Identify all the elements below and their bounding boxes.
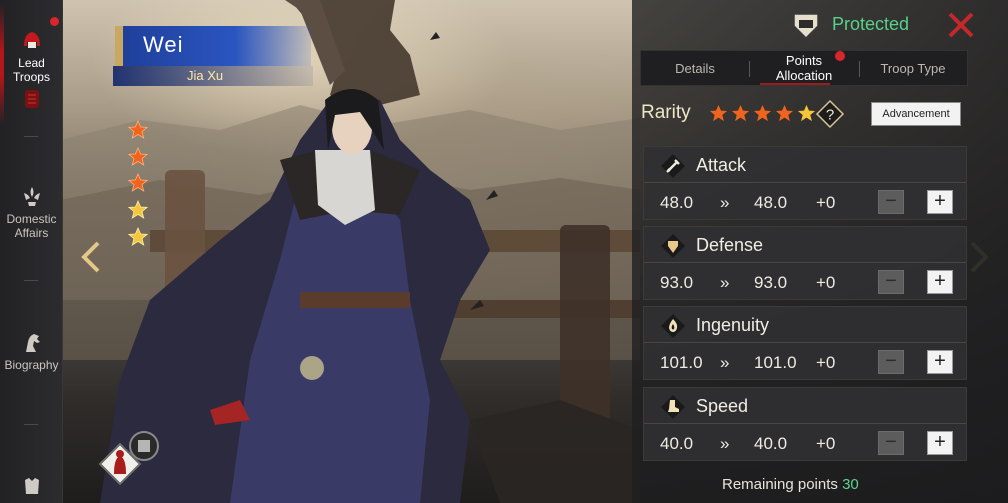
star-icon — [128, 227, 148, 246]
stat-speed: Speed 40.0 » 40.0 +0 − + — [643, 387, 967, 461]
stat-name: Speed — [696, 396, 749, 416]
hero-name: Jia Xu — [187, 68, 224, 83]
stat-current-value: 48.0 — [660, 193, 694, 212]
stat-header — [644, 227, 966, 263]
help-icon: ? — [815, 99, 845, 129]
stat-delta: +0 — [816, 434, 836, 453]
fleur-icon — [23, 187, 40, 206]
star-icon — [128, 200, 148, 219]
tab-label: Details — [675, 61, 715, 76]
flame-icon — [661, 314, 685, 338]
skill-badge[interactable] — [96, 430, 166, 500]
stat-delta: +0 — [816, 273, 836, 292]
faction-banner: Wei Jia Xu — [113, 26, 313, 88]
stat-new-value: 40.0 — [754, 434, 788, 453]
stat-current-value: 93.0 — [660, 273, 694, 292]
stat-header — [644, 388, 966, 424]
stat-new-value: 48.0 — [754, 193, 788, 212]
stat-current-value: 101.0 — [660, 353, 703, 372]
faction-name: Wei — [143, 32, 184, 57]
stat-new-value: 101.0 — [754, 353, 797, 372]
decrease-button[interactable]: − — [878, 270, 904, 294]
side-nav: Lead Troops Domestic Affairs Biography — [0, 0, 63, 503]
previous-arrow-icon[interactable] — [78, 240, 106, 274]
increase-button[interactable]: + — [927, 190, 953, 214]
tab-bar: Details Points Allocation Troop Type — [640, 50, 968, 86]
nav-divider — [24, 424, 38, 425]
advancement-button[interactable]: Advancement — [871, 102, 961, 126]
decrease-button[interactable]: − — [878, 190, 904, 214]
decrease-button[interactable]: − — [878, 350, 904, 374]
seal-icon — [24, 90, 39, 108]
close-icon[interactable] — [946, 10, 976, 40]
protected-status: Protected — [832, 14, 910, 34]
nav-label: Domestic — [6, 212, 57, 226]
stat-name: Attack — [696, 155, 747, 175]
remaining-label: Remaining points — [722, 476, 838, 493]
boot-icon — [661, 395, 685, 419]
star-icon — [128, 120, 148, 139]
stat-defense: Defense 93.0 » 93.0 +0 − + — [643, 226, 967, 300]
stat-current-value: 40.0 — [660, 434, 694, 453]
nav-armor[interactable] — [0, 474, 63, 502]
stat-name: Ingenuity — [696, 315, 770, 335]
tab-label: Allocation — [775, 68, 833, 83]
tab-label: Points — [785, 53, 823, 68]
nav-label: Affairs — [14, 226, 49, 240]
stat-delta: +0 — [816, 193, 836, 212]
decrease-button[interactable]: − — [878, 431, 904, 455]
notification-dot — [50, 17, 59, 26]
star-icon — [731, 104, 750, 122]
stat-ingenuity: Ingenuity 101.0 » 101.0 +0 − + — [643, 306, 967, 380]
tab-troop-type[interactable]: Troop Type — [859, 51, 967, 85]
shield-icon — [661, 234, 685, 258]
nav-biography[interactable]: Biography — [0, 330, 63, 372]
remaining-points: Remaining points 30 — [722, 476, 859, 493]
star-icon — [797, 104, 816, 122]
star-icon — [709, 104, 728, 122]
sword-icon — [661, 154, 685, 178]
horse-icon — [25, 334, 40, 352]
stat-arrow: » — [720, 273, 730, 292]
rarity-help-button[interactable]: ? — [815, 99, 845, 129]
active-tab-indicator — [760, 83, 830, 85]
nav-domestic-affairs[interactable]: Domestic Affairs — [0, 184, 63, 240]
notification-dot — [835, 51, 845, 61]
remaining-value: 30 — [842, 476, 859, 493]
stat-delta: +0 — [816, 353, 836, 372]
increase-button[interactable]: + — [927, 270, 953, 294]
stat-arrow: » — [720, 193, 730, 212]
svg-text:?: ? — [826, 107, 834, 124]
stat-attack: Attack 48.0 » 48.0 +0 − + — [643, 146, 967, 220]
stat-header — [644, 307, 966, 343]
armor-icon — [24, 478, 39, 494]
increase-button[interactable]: + — [927, 350, 953, 374]
protected-shield-icon — [793, 13, 819, 40]
increase-button[interactable]: + — [927, 431, 953, 455]
nav-label: Biography — [4, 358, 59, 372]
nav-divider — [24, 136, 38, 137]
star-icon — [753, 104, 772, 122]
stat-header — [644, 147, 966, 183]
star-icon — [128, 173, 148, 192]
flag-pole — [115, 26, 123, 70]
tab-label: Troop Type — [880, 61, 946, 76]
nav-divider — [24, 280, 38, 281]
tab-details[interactable]: Details — [641, 51, 749, 85]
nav-label: Lead — [18, 56, 45, 70]
stat-arrow: » — [720, 434, 730, 453]
rarity-label: Rarity — [641, 102, 691, 123]
nav-lead-troops[interactable]: Lead Troops — [0, 4, 63, 124]
helmet-icon — [23, 32, 40, 48]
stat-arrow: » — [720, 353, 730, 372]
star-icon — [775, 104, 794, 122]
stat-new-value: 93.0 — [754, 273, 788, 292]
stat-name: Defense — [696, 235, 764, 255]
star-icon — [128, 147, 148, 166]
nav-label: Troops — [13, 70, 50, 84]
